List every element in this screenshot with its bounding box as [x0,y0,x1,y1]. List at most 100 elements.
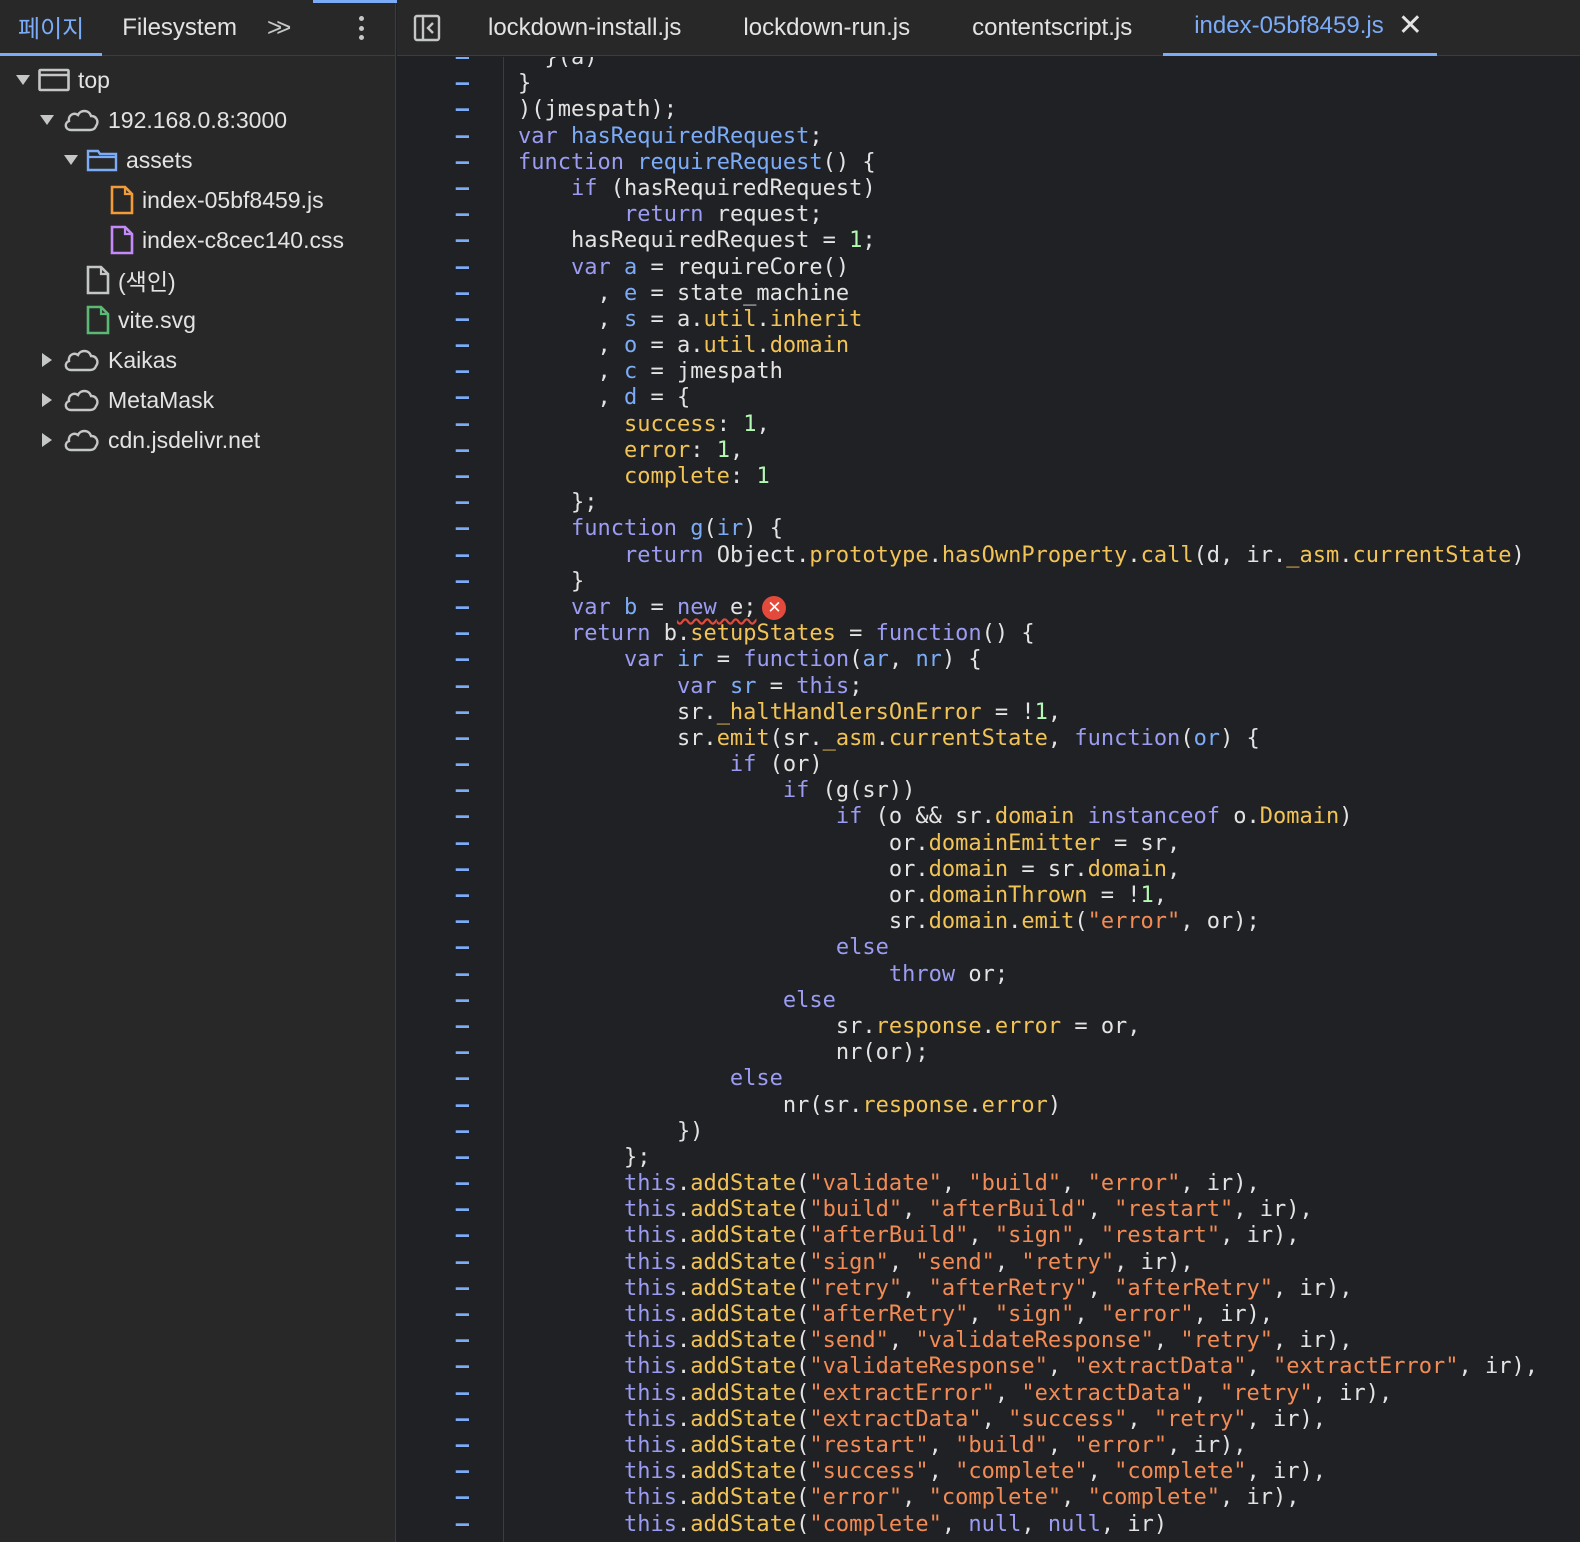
gutter-marker[interactable]: – [397,647,471,673]
gutter-marker[interactable]: – [397,1014,471,1040]
kebab-menu-icon[interactable] [350,14,372,42]
toggle-navigator-button[interactable] [397,0,457,56]
gutter-marker[interactable]: – [397,150,471,176]
gutter-marker[interactable]: – [397,1512,471,1538]
gutter-marker[interactable]: – [397,1145,471,1171]
code-token: else [835,935,889,961]
collapsed-triangle-icon[interactable] [36,349,58,371]
gutter-marker[interactable]: – [397,490,471,516]
gutter-marker[interactable]: – [397,1093,471,1119]
gutter-marker[interactable]: – [397,1250,471,1276]
gutter-marker[interactable]: – [397,1040,471,1066]
code-text: if (o && sr.domain instanceof o.Domain) [518,804,1353,830]
gutter-marker[interactable]: – [397,962,471,988]
code-token: "afterRetry" [809,1302,969,1327]
expanded-triangle-icon[interactable] [60,149,82,171]
gutter-marker[interactable]: – [397,1119,471,1145]
gutter-marker[interactable]: – [397,831,471,857]
expanded-triangle-icon[interactable] [36,109,58,131]
gutter-marker[interactable]: – [397,1354,471,1380]
file-js-icon [110,185,134,215]
gutter-marker[interactable]: – [397,935,471,961]
tree-item[interactable]: vite.svg [0,300,395,340]
gutter-marker[interactable]: – [397,1276,471,1302]
gutter-marker[interactable]: – [397,569,471,595]
tree-item[interactable]: (색인) [0,260,395,300]
tree-item[interactable]: MetaMask [0,380,395,420]
gutter-marker[interactable]: – [397,438,471,464]
tree-item[interactable]: index-c8cec140.css [0,220,395,260]
tree-item-label: top [78,66,110,93]
gutter-marker[interactable]: – [397,726,471,752]
gutter-marker[interactable]: – [397,385,471,411]
gutter-marker[interactable]: – [397,1197,471,1223]
code-line: – nr(sr.response.error) [397,1093,1538,1119]
gutter-marker[interactable]: – [397,464,471,490]
tree-item[interactable]: index-05bf8459.js [0,180,395,220]
gutter-marker[interactable]: – [397,1302,471,1328]
code-token: , [1074,1223,1101,1249]
tab-index-js[interactable]: index-05bf8459.js ✕ [1163,0,1437,56]
expanded-triangle-icon[interactable] [12,69,34,91]
code-token: , ir), [1312,1380,1393,1406]
tree-item[interactable]: top [0,60,395,100]
gutter-marker[interactable]: – [397,883,471,909]
tab-lockdown-run[interactable]: lockdown-run.js [712,0,941,56]
gutter-marker[interactable]: – [397,804,471,830]
gutter-marker[interactable]: – [397,307,471,333]
code-text: var sr = this; [518,674,862,700]
gutter-marker[interactable]: – [397,752,471,778]
gutter-marker[interactable]: – [397,909,471,935]
gutter-marker[interactable]: – [397,857,471,883]
code-text: sr.emit(sr._asm.currentState, function(o… [518,726,1260,752]
gutter-marker[interactable]: – [397,1223,471,1249]
gutter-marker[interactable]: – [397,124,471,150]
gutter-marker[interactable]: – [397,1433,471,1459]
gutter-marker[interactable]: – [397,57,471,71]
gutter-marker[interactable]: – [397,1485,471,1511]
gutter-marker[interactable]: – [397,595,471,621]
gutter-marker[interactable]: – [397,228,471,254]
code-token: = [835,621,876,647]
gutter-marker[interactable]: – [397,1171,471,1197]
collapsed-triangle-icon[interactable] [36,429,58,451]
gutter-marker[interactable]: – [397,281,471,307]
tab-lockdown-install[interactable]: lockdown-install.js [457,0,712,56]
gutter-marker[interactable]: – [397,674,471,700]
tree-item[interactable]: Kaikas [0,340,395,380]
gutter-marker[interactable]: – [397,700,471,726]
tab-contentscript[interactable]: contentscript.js [941,0,1163,56]
gutter-marker[interactable]: – [397,1066,471,1092]
gutter-marker[interactable]: – [397,1407,471,1433]
gutter-marker[interactable]: – [397,202,471,228]
gutter-marker[interactable]: – [397,1328,471,1354]
gutter-marker[interactable]: – [397,1381,471,1407]
gutter-marker[interactable]: – [397,412,471,438]
gutter-marker[interactable]: – [397,1459,471,1485]
code-token: , [1087,1197,1115,1223]
gutter-marker[interactable]: – [397,359,471,385]
error-icon[interactable]: ✕ [762,595,787,620]
code-token: var [570,594,611,620]
code-editor[interactable]: – }(a) –} –)(jmespath); – var hasRequiredReq… [397,57,1580,1542]
gutter-marker[interactable]: – [397,176,471,202]
tab-pages[interactable]: 페이지 [0,0,103,56]
code-token: = a. [637,306,704,332]
tab-filesystem[interactable]: Filesystem [102,0,257,56]
close-tab-icon[interactable]: ✕ [1398,11,1423,41]
gutter-marker[interactable]: – [397,333,471,359]
gutter-marker[interactable]: – [397,516,471,542]
gutter-marker[interactable]: – [397,988,471,1014]
more-tabs-chevron-icon[interactable]: >> [257,0,295,56]
collapsed-triangle-icon[interactable] [36,389,58,411]
tree-item[interactable]: assets [0,140,395,180]
tree-item[interactable]: cdn.jsdelivr.net [0,420,395,460]
gutter-marker[interactable]: – [397,778,471,804]
gutter-marker[interactable]: – [397,71,471,97]
code-token: , ir), [1220,1485,1300,1511]
gutter-marker[interactable]: – [397,97,471,123]
gutter-marker[interactable]: – [397,255,471,281]
tree-item[interactable]: 192.168.0.8:3000 [0,100,395,140]
gutter-marker[interactable]: – [397,621,471,647]
gutter-marker[interactable]: – [397,543,471,569]
